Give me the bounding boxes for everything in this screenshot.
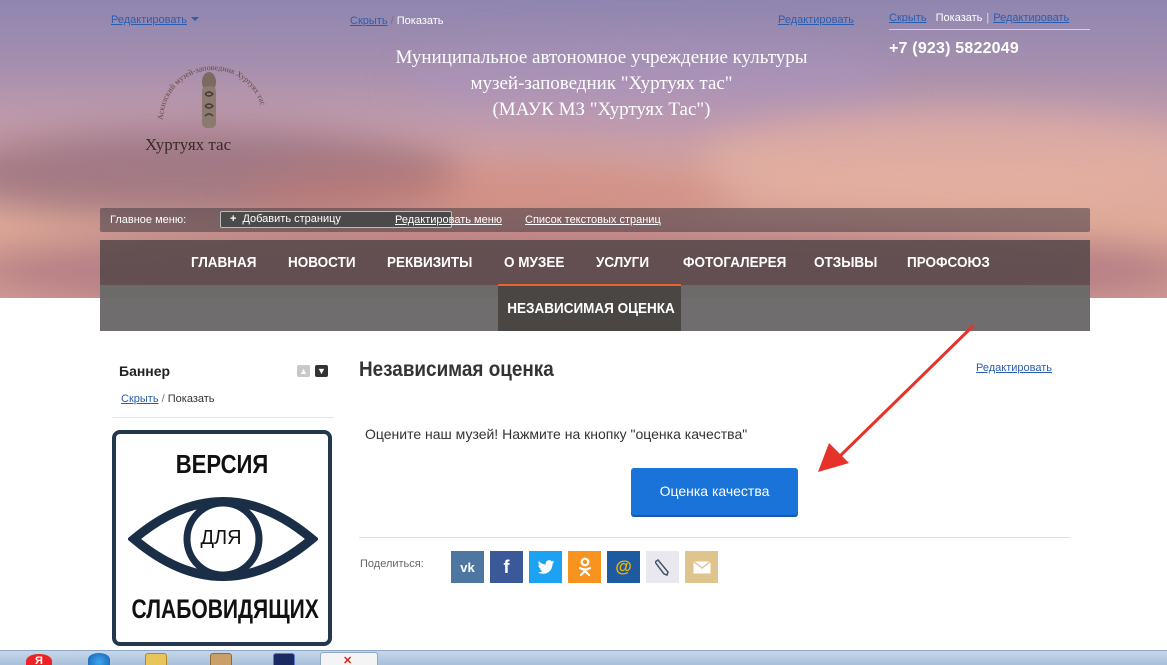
header-visibility-toggle: Скрыть / Показать [350, 15, 444, 27]
banner-mid-text: ДЛЯ [200, 527, 242, 549]
phone-number: +7 (923) 5822049 [889, 40, 1019, 57]
main-menu-label: Главное меню: [110, 214, 187, 226]
contacts-show-label: Показать [935, 12, 983, 24]
twitter-icon[interactable] [529, 551, 562, 583]
show-label: Показать [396, 15, 444, 27]
nav-item-news[interactable]: НОВОСТИ [288, 240, 356, 285]
nav-item-reviews[interactable]: ОТЗЫВЫ [814, 240, 877, 285]
facebook-icon[interactable]: f [490, 551, 523, 583]
page-title: Независимая оценка [359, 358, 554, 381]
contacts-hide-link[interactable]: Скрыть [889, 12, 927, 24]
banner-top-text: ВЕРСИЯ [175, 449, 269, 479]
mailru-icon[interactable]: @ [607, 551, 640, 583]
sidebar-show-label: Показать [167, 393, 215, 405]
sidebar-title: Баннер [119, 363, 171, 379]
move-up-icon[interactable]: ▲ [297, 365, 310, 377]
contacts-edit-link[interactable]: Редактировать [993, 12, 1069, 24]
text-pages-link[interactable]: Список текстовых страниц [525, 214, 661, 226]
banner-bottom-text: СЛАБОВИДЯЩИХ [131, 594, 319, 624]
active-window-button[interactable]: ✕ [320, 652, 378, 665]
nav-item-services[interactable]: УСЛУГИ [596, 240, 649, 285]
odnoklassniki-icon[interactable] [568, 551, 601, 583]
internet-explorer-icon[interactable] [88, 653, 110, 665]
folder-icon[interactable] [145, 653, 167, 665]
email-icon[interactable] [685, 551, 718, 583]
nav-item-home[interactable]: ГЛАВНАЯ [191, 240, 257, 285]
os-taskbar: Я ✕ [0, 650, 1167, 665]
contacts-controls: Скрыть Показать | Редактировать [889, 12, 1070, 24]
sidebar-visibility-toggle: Скрыть / Показать [121, 393, 215, 405]
nav-item-about[interactable]: О МУЗЕЕ [504, 240, 564, 285]
org-title-line2: музей-заповедник "Хуртуях тас" [470, 73, 733, 94]
nav-item-requisites[interactable]: РЕКВИЗИТЫ [387, 240, 472, 285]
vk-icon[interactable]: vk [451, 551, 484, 583]
nav-subitem-independent-rating[interactable]: НЕЗАВИСИМАЯ ОЦЕНКА [498, 286, 681, 331]
low-vision-banner[interactable]: ВЕРСИЯ ДЛЯ СЛАБОВИДЯЩИХ [112, 430, 332, 646]
picture-viewer-icon[interactable] [210, 653, 232, 665]
museum-logo[interactable]: Аскизский музей-заповедник Хуртуях тас Х… [133, 50, 283, 160]
divider [359, 537, 1070, 538]
logo-text: Хуртуях тас [145, 135, 232, 154]
edit-title-link[interactable]: Редактировать [778, 14, 854, 26]
org-title-line1: Муниципальное автономное учреждение куль… [395, 47, 808, 68]
nav-item-union[interactable]: ПРОФСОЮЗ [907, 240, 990, 285]
photoshop-icon[interactable] [273, 653, 295, 665]
edit-menu-link[interactable]: Редактировать меню [395, 214, 502, 226]
divider [112, 417, 334, 418]
hide-link[interactable]: Скрыть [350, 15, 388, 27]
close-icon: ✕ [343, 655, 353, 665]
move-down-icon[interactable]: ▼ [315, 365, 328, 377]
edit-content-link[interactable]: Редактировать [976, 362, 1052, 374]
divider [889, 29, 1090, 30]
org-title-line3: (МАУК МЗ "Хуртуях Тас") [492, 99, 711, 120]
admin-bar: Главное меню: + Добавить страницу Редакти… [100, 208, 1090, 232]
share-label: Поделиться: [360, 558, 424, 570]
sidebar-hide-link[interactable]: Скрыть [121, 393, 159, 405]
nav-item-gallery[interactable]: ФОТОГАЛЕРЕЯ [683, 240, 786, 285]
yandex-browser-icon[interactable]: Я [26, 654, 52, 665]
intro-text: Оцените наш музей! Нажмите на кнопку "оц… [365, 426, 748, 442]
livejournal-icon[interactable] [646, 551, 679, 583]
organization-title: Муниципальное автономное учреждение куль… [340, 45, 863, 123]
plus-icon: + [230, 213, 237, 225]
chevron-down-icon [191, 17, 199, 21]
edit-header-link[interactable]: Редактировать [111, 14, 199, 26]
quality-rating-button[interactable]: Оценка качества [631, 468, 798, 515]
main-nav: ГЛАВНАЯ НОВОСТИ РЕКВИЗИТЫ О МУЗЕЕ УСЛУГИ… [100, 240, 1090, 331]
